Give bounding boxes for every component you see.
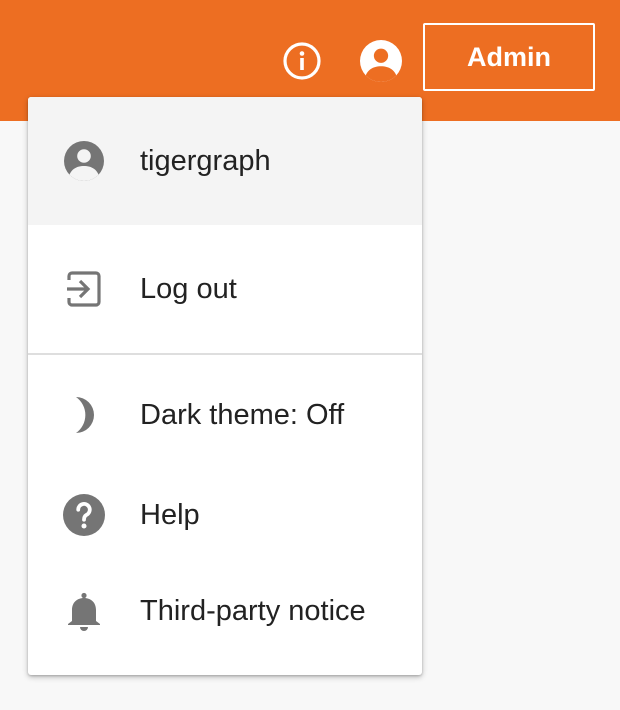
moon-icon — [60, 391, 108, 439]
admin-button[interactable]: Admin — [423, 23, 595, 91]
menu-item-user-label: tigergraph — [140, 144, 271, 177]
menu-item-third-party-notice-label: Third-party notice — [140, 594, 366, 627]
menu-divider — [28, 353, 422, 355]
menu-item-third-party-notice[interactable]: Third-party notice — [28, 563, 422, 659]
menu-item-logout-label: Log out — [140, 272, 237, 305]
user-menu: tigergraph Log out Dark theme: Off Help … — [28, 97, 422, 675]
help-circle-icon — [60, 491, 108, 539]
menu-item-help-label: Help — [140, 498, 200, 531]
info-icon[interactable] — [281, 40, 323, 82]
admin-button-label: Admin — [467, 41, 551, 72]
bell-icon — [60, 587, 108, 635]
exit-to-app-icon — [60, 265, 108, 313]
account-circle-icon — [60, 137, 108, 185]
menu-item-dark-theme-label: Dark theme: Off — [140, 398, 345, 431]
menu-item-user: tigergraph — [28, 97, 422, 225]
menu-item-dark-theme[interactable]: Dark theme: Off — [28, 367, 422, 463]
menu-item-help[interactable]: Help — [28, 467, 422, 563]
menu-item-logout[interactable]: Log out — [28, 225, 422, 353]
account-icon[interactable] — [360, 40, 402, 82]
